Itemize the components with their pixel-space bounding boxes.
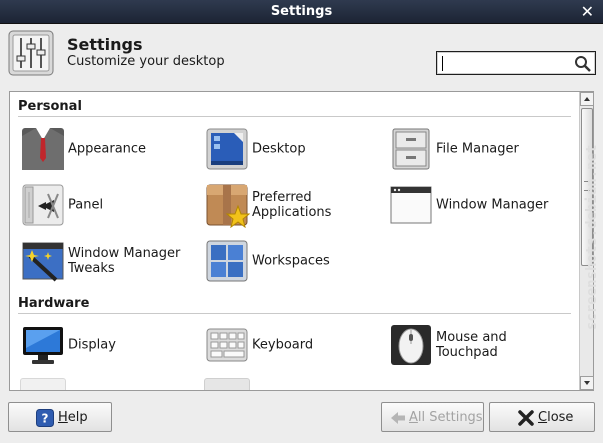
svg-text:?: ? [42, 412, 49, 426]
window-manager-icon [390, 186, 432, 224]
item-label: Mouse and Touchpad [436, 330, 507, 360]
item-label: File Manager [436, 141, 519, 157]
display-icon [23, 327, 63, 364]
item-file-manager[interactable]: File Manager [388, 126, 578, 172]
header: Settings Customize your desktop [0, 24, 603, 86]
search-input[interactable] [436, 51, 596, 75]
panel-icon [22, 184, 64, 226]
help-icon: ? [36, 409, 54, 427]
item-label: Keyboard [252, 337, 314, 353]
item-label: Display [68, 337, 116, 353]
page-subtitle: Customize your desktop [67, 54, 225, 69]
item-label: Appearance [68, 141, 147, 157]
text-caret [442, 56, 443, 71]
help-button[interactable]: ? Help [8, 402, 112, 432]
item-label: Panel [68, 197, 104, 213]
item-preferred-applications[interactable]: Preferred Applications [204, 182, 379, 228]
close-button[interactable]: Close [489, 402, 595, 432]
settings-mixer-icon [8, 30, 54, 76]
section-title-hardware: Hardware [18, 296, 90, 311]
item-label: Workspaces [252, 253, 330, 269]
item-window-manager[interactable]: Window Manager [388, 182, 578, 228]
item-display[interactable]: Display [20, 322, 195, 368]
help-label: Help [58, 410, 88, 425]
settings-list[interactable]: Personal Appearance Desktop File Manager… [9, 91, 594, 391]
page-title: Settings [67, 35, 143, 54]
item-keyboard[interactable]: Keyboard [204, 322, 379, 368]
mouse-icon [391, 325, 431, 365]
window-manager-tweaks-icon [22, 242, 64, 282]
item-mouse-and-touchpad[interactable]: Mouse and Touchpad [388, 322, 578, 368]
item-partial-icon [204, 378, 250, 390]
watermark: screenshots.debian.net [584, 144, 600, 330]
search-icon[interactable] [574, 55, 591, 72]
all-settings-button[interactable]: All Settings [381, 402, 484, 432]
item-appearance[interactable]: Appearance [20, 126, 195, 172]
file-manager-icon [392, 128, 430, 170]
item-desktop[interactable]: Desktop [204, 126, 379, 172]
item-label: Preferred Applications [252, 190, 332, 220]
window-titlebar[interactable]: Settings ✕ [0, 0, 603, 24]
window-close-icon[interactable]: ✕ [581, 2, 594, 21]
appearance-icon [22, 128, 64, 170]
item-workspaces[interactable]: Workspaces [204, 238, 379, 284]
section-title-personal: Personal [18, 99, 82, 114]
window-title: Settings [270, 4, 333, 19]
scroll-up-arrow-icon[interactable] [580, 92, 594, 106]
back-arrow-icon [391, 412, 405, 424]
item-label: Window Manager Tweaks [68, 246, 181, 276]
keyboard-icon [206, 328, 248, 362]
section-divider [18, 313, 571, 314]
desktop-icon [206, 128, 248, 170]
item-label: Desktop [252, 141, 306, 157]
workspaces-icon [206, 240, 248, 282]
item-panel[interactable]: Panel [20, 182, 195, 228]
preferred-applications-icon [206, 184, 250, 228]
item-label: Window Manager [436, 197, 549, 213]
section-divider [18, 116, 571, 117]
item-window-manager-tweaks[interactable]: Window Manager Tweaks [20, 238, 195, 284]
scroll-down-arrow-icon[interactable] [580, 376, 594, 390]
close-icon [518, 410, 534, 426]
item-partial-icon [20, 378, 66, 390]
close-label: Close [538, 410, 574, 425]
all-settings-label: All Settings [409, 410, 483, 425]
